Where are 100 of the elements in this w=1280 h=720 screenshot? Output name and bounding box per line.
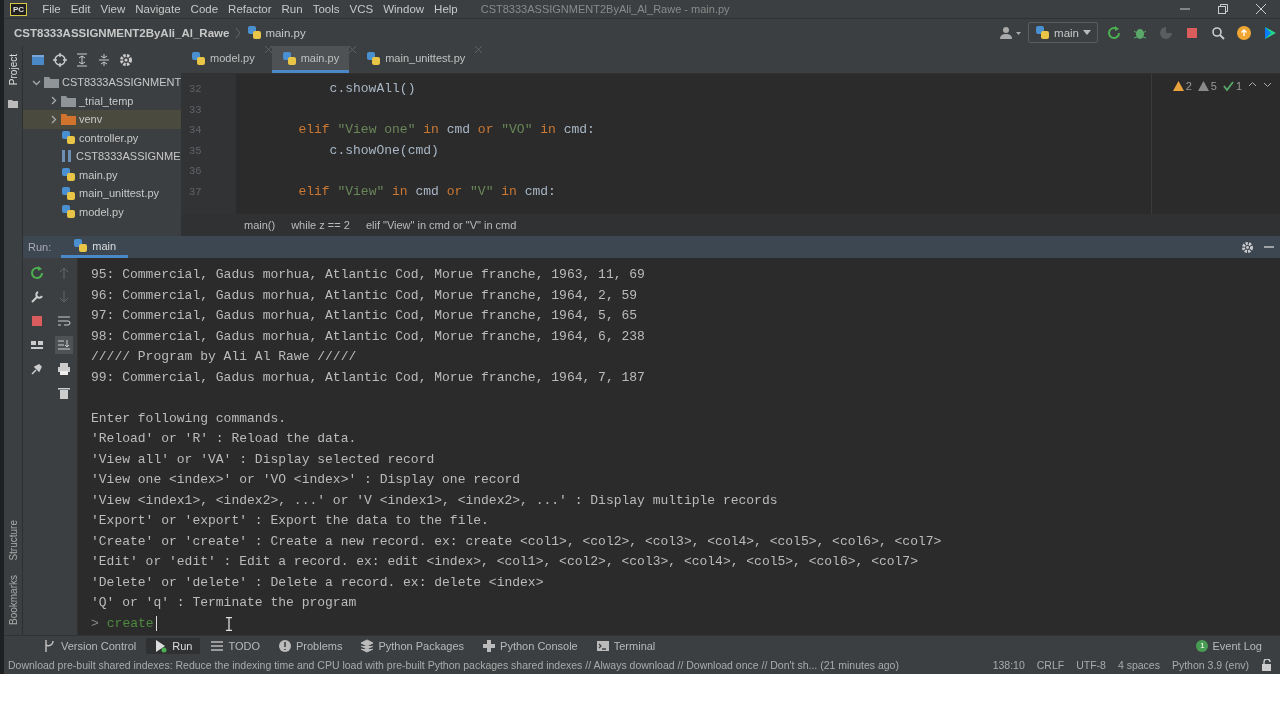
tool-window-button[interactable]: Python Console — [474, 637, 586, 654]
chevron-up-icon[interactable] — [1248, 80, 1257, 89]
editor-tab[interactable]: main.py — [271, 46, 350, 73]
event-log-button[interactable]: 1 Event Log — [1178, 639, 1280, 652]
console-line: 'Q' or 'q' : Terminate the program — [91, 594, 358, 612]
expand-all-icon[interactable] — [75, 52, 89, 67]
tool-window-label[interactable]: Project — [7, 54, 19, 86]
console-line: 'Create' or 'create' : Create a new record. ex: create <col1>, <col2>, <col3>, <col4>, <col5>, <col6>, <col7> — [91, 532, 943, 551]
branch-icon — [43, 638, 57, 653]
settings-icon[interactable] — [1241, 240, 1254, 254]
folder-icon[interactable] — [8, 99, 18, 109]
tool-window-button[interactable]: Problems — [270, 637, 351, 654]
tree-item[interactable]: controller.py — [23, 128, 181, 147]
tool-window-button[interactable]: Version Control — [35, 637, 145, 654]
menu-item[interactable]: Navigate — [130, 3, 186, 15]
rerun-icon[interactable] — [1107, 25, 1121, 40]
wrench-icon[interactable] — [29, 290, 44, 304]
folder-icon — [44, 76, 59, 89]
python-file-icon — [281, 50, 297, 66]
editor-tab[interactable]: model.py — [181, 46, 265, 73]
status-message[interactable]: Download pre-built shared indexes: Reduce the indexing time and CPU load with pre-built Python packages shared indexes // Always download // Download once // Don't sh... (21 minutes ago) — [8, 658, 981, 671]
project-breadcrumb[interactable]: CST8333ASSIGNMENT2ByAli_Al_Rawe — [14, 26, 230, 39]
tool-window-label[interactable]: Bookmarks — [7, 575, 19, 625]
layout-icon[interactable] — [29, 338, 44, 352]
trash-icon[interactable] — [56, 386, 71, 400]
menu-item[interactable]: Window — [378, 3, 430, 15]
status-item[interactable]: CRLF — [1036, 658, 1065, 671]
python-file-icon — [191, 50, 206, 66]
menu-item[interactable]: Code — [185, 3, 224, 15]
status-item[interactable]: UTF-8 — [1076, 658, 1106, 671]
locate-icon[interactable] — [53, 52, 67, 67]
warning-icon — [1197, 81, 1209, 91]
folder-icon — [61, 94, 76, 107]
console-line: ///// Program by Ali Al Rawe ///// — [91, 348, 358, 366]
status-item[interactable]: Python 3.9 (env) — [1171, 658, 1249, 671]
collapse-all-icon[interactable] — [97, 52, 111, 67]
tree-item[interactable]: _trial_temp — [23, 91, 181, 110]
print-icon[interactable] — [56, 362, 71, 376]
tree-item[interactable]: model.py — [23, 202, 181, 221]
console-line: 98: Commercial, Gadus morhua, Atlantic Cod, Morue franche, 1964, 6, 238 — [91, 327, 646, 346]
menu-item[interactable]: Run — [276, 3, 308, 15]
menu-item[interactable]: Edit — [65, 3, 96, 15]
code-breadcrumb[interactable]: elif "View" in cmd or "V" in cmd — [365, 219, 517, 231]
tool-window-button[interactable]: Run — [146, 637, 201, 654]
tool-window-button[interactable]: TODO — [202, 637, 268, 654]
typo-count[interactable]: 1 — [1222, 80, 1242, 92]
console-input[interactable]: create — [106, 616, 154, 632]
warning-icon — [1172, 81, 1184, 91]
editor-tab[interactable]: main_unittest.py — [356, 46, 476, 73]
settings-icon[interactable] — [119, 52, 133, 67]
update-icon[interactable] — [1237, 25, 1251, 40]
code-breadcrumb[interactable]: while z == 2 — [291, 219, 350, 231]
status-item[interactable]: 138:10 — [992, 658, 1025, 671]
console-line: 97: Commercial, Gadus morhua, Atlantic Cod, Morue franche, 1964, 5, 65 — [91, 307, 639, 325]
pin-icon[interactable] — [29, 362, 44, 376]
search-icon[interactable] — [1211, 25, 1225, 40]
menu-item[interactable]: Tools — [307, 3, 345, 15]
chevron-icon — [235, 26, 242, 39]
status-item[interactable]: 4 spaces — [1117, 658, 1160, 671]
tool-window-button[interactable]: Python Packages — [352, 637, 473, 654]
lock-icon[interactable] — [1261, 658, 1272, 671]
python-file-icon — [61, 167, 76, 183]
menu-item[interactable]: Help — [429, 3, 463, 15]
tool-window-label[interactable]: Structure — [7, 520, 19, 561]
soft-wrap-icon[interactable] — [56, 314, 71, 328]
menu-item[interactable]: View — [95, 3, 131, 15]
user-icon[interactable] — [1000, 25, 1023, 40]
tree-item[interactable]: CST8333ASSIGNME — [23, 147, 181, 166]
tree-item[interactable]: venv — [23, 110, 181, 129]
run-config-dropdown[interactable]: main — [1028, 22, 1098, 43]
tree-item[interactable]: main_unittest.py — [23, 184, 181, 203]
chevron-down-icon[interactable] — [1263, 80, 1272, 89]
scroll-to-end-icon[interactable] — [56, 338, 71, 352]
warning-count[interactable]: 5 — [1197, 80, 1217, 92]
menu-item[interactable]: Refactor — [223, 3, 277, 15]
tree-item[interactable]: CST8333ASSIGNMENT — [23, 73, 181, 92]
console-line: 'View all' or 'VA' : Display selected record — [91, 450, 436, 469]
restore-icon[interactable] — [1218, 4, 1228, 14]
stop-icon[interactable] — [29, 314, 44, 328]
code-line: elif "View" in cmd or "V" in cmd: — [297, 182, 557, 201]
console-line: 'Export' or 'export' : Export the data to the file. — [91, 512, 490, 530]
python-file-icon — [366, 50, 382, 66]
file-icon — [61, 149, 73, 164]
stop-icon[interactable] — [1185, 25, 1199, 40]
file-breadcrumb[interactable]: main.py — [247, 25, 306, 40]
run-icon — [154, 638, 169, 653]
rerun-icon[interactable] — [29, 266, 44, 280]
tree-item[interactable]: main.py — [23, 165, 181, 184]
list-icon — [210, 638, 225, 653]
error-count[interactable]: 2 — [1172, 80, 1192, 92]
menu-item[interactable]: VCS — [344, 3, 379, 15]
python-file-icon — [1035, 25, 1051, 40]
ibeam-cursor-icon — [224, 616, 233, 631]
tool-window-button[interactable]: Terminal — [587, 637, 664, 654]
menu-item[interactable]: File — [37, 3, 66, 15]
close-icon[interactable] — [1256, 4, 1266, 14]
panel-icon[interactable] — [31, 52, 45, 67]
count-badge: 1 — [1196, 639, 1209, 652]
text-cursor — [155, 616, 157, 632]
code-breadcrumb[interactable]: main() — [244, 219, 276, 231]
